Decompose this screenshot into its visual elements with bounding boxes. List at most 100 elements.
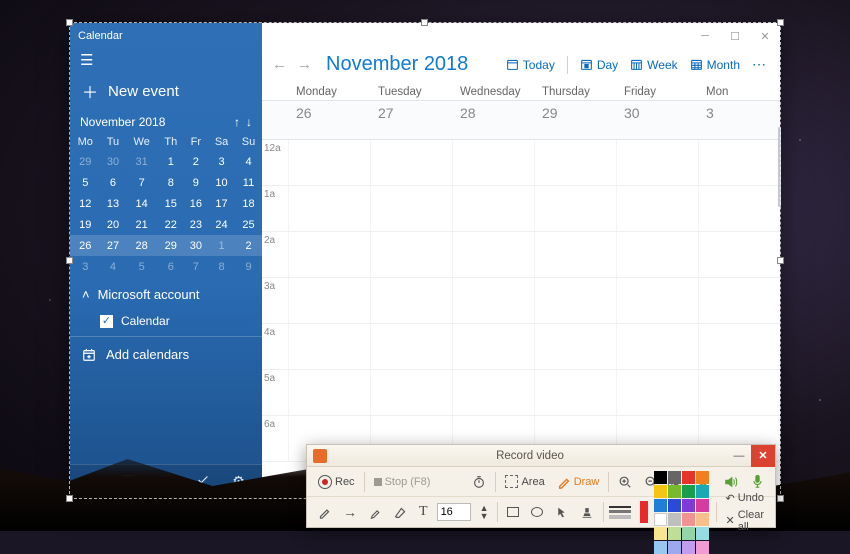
- color-swatch[interactable]: [668, 513, 681, 526]
- mini-day[interactable]: 7: [184, 256, 208, 277]
- mini-day[interactable]: 23: [184, 214, 208, 235]
- time-cell[interactable]: [698, 324, 780, 369]
- mini-day[interactable]: 28: [125, 235, 158, 256]
- calendar-icon[interactable]: [121, 473, 135, 490]
- vertical-scrollbar[interactable]: [778, 127, 781, 207]
- mini-day[interactable]: 25: [235, 214, 262, 235]
- mini-day[interactable]: 26: [70, 235, 101, 256]
- arrow-tool[interactable]: →: [340, 503, 360, 521]
- minimize-button[interactable]: ─: [690, 23, 720, 49]
- cursor-tool[interactable]: [552, 505, 571, 520]
- mini-day[interactable]: 31: [125, 151, 158, 172]
- mini-day[interactable]: 11: [235, 172, 262, 193]
- mini-day[interactable]: 30: [184, 235, 208, 256]
- time-cell[interactable]: [288, 140, 370, 185]
- mini-day[interactable]: 1: [158, 151, 184, 172]
- time-cell[interactable]: [288, 186, 370, 231]
- color-swatch[interactable]: [668, 527, 681, 540]
- color-swatch[interactable]: [668, 485, 681, 498]
- time-cell[interactable]: [370, 232, 452, 277]
- color-swatch[interactable]: [682, 527, 695, 540]
- color-swatch[interactable]: [696, 485, 709, 498]
- clear-all-button[interactable]: ✕Clear all: [723, 508, 768, 534]
- rect-tool[interactable]: [504, 506, 522, 518]
- color-swatch[interactable]: [682, 471, 695, 484]
- time-cell[interactable]: [370, 278, 452, 323]
- time-cell[interactable]: [698, 370, 780, 415]
- allday-cell[interactable]: 26: [288, 101, 370, 139]
- people-icon[interactable]: [158, 473, 174, 490]
- color-swatch[interactable]: [682, 541, 695, 554]
- allday-cell[interactable]: 28: [452, 101, 534, 139]
- time-cell[interactable]: [370, 370, 452, 415]
- text-tool[interactable]: T: [416, 503, 431, 521]
- color-swatch[interactable]: [682, 485, 695, 498]
- time-cell[interactable]: [370, 186, 452, 231]
- timer-button[interactable]: [469, 474, 489, 490]
- mini-day[interactable]: 8: [208, 256, 235, 277]
- color-swatch[interactable]: [668, 541, 681, 554]
- mini-day[interactable]: 18: [235, 193, 262, 214]
- color-swatch[interactable]: [654, 499, 667, 512]
- time-cell[interactable]: [452, 140, 534, 185]
- color-swatch[interactable]: [668, 471, 681, 484]
- mini-day[interactable]: 12: [70, 193, 101, 214]
- system-audio-button[interactable]: [720, 474, 742, 490]
- mini-day[interactable]: 2: [235, 235, 262, 256]
- mini-day[interactable]: 22: [158, 214, 184, 235]
- allday-cell[interactable]: 3: [698, 101, 780, 139]
- mini-day[interactable]: 8: [158, 172, 184, 193]
- mini-day[interactable]: 29: [70, 151, 101, 172]
- pencil-tool[interactable]: [315, 505, 334, 520]
- mini-day[interactable]: 1: [208, 235, 235, 256]
- time-cell[interactable]: [534, 232, 616, 277]
- mini-day[interactable]: 13: [101, 193, 126, 214]
- time-cell[interactable]: [698, 186, 780, 231]
- time-cell[interactable]: [616, 186, 698, 231]
- add-calendars-button[interactable]: Add calendars: [70, 336, 262, 372]
- nav-back-button[interactable]: ←: [272, 56, 287, 73]
- mini-day[interactable]: 29: [158, 235, 184, 256]
- time-cell[interactable]: [534, 370, 616, 415]
- highlighter-tool[interactable]: [366, 505, 385, 520]
- mini-day[interactable]: 9: [235, 256, 262, 277]
- mini-day[interactable]: 21: [125, 214, 158, 235]
- mini-day[interactable]: 19: [70, 214, 101, 235]
- eraser-tool[interactable]: [391, 505, 410, 520]
- time-cell[interactable]: [288, 232, 370, 277]
- color-swatch[interactable]: [654, 471, 667, 484]
- nav-forward-button[interactable]: →: [297, 56, 312, 73]
- color-swatch[interactable]: [668, 499, 681, 512]
- mini-day[interactable]: 10: [208, 172, 235, 193]
- allday-cell[interactable]: 29: [534, 101, 616, 139]
- record-button[interactable]: Rec: [315, 474, 358, 490]
- mini-day[interactable]: 14: [125, 193, 158, 214]
- todo-icon[interactable]: [196, 473, 210, 490]
- recorder-close[interactable]: ✕: [751, 445, 775, 467]
- mini-day[interactable]: 4: [235, 151, 262, 172]
- mini-day[interactable]: 6: [158, 256, 184, 277]
- mini-day[interactable]: 7: [125, 172, 158, 193]
- mini-day[interactable]: 16: [184, 193, 208, 214]
- mini-day[interactable]: 3: [70, 256, 101, 277]
- mini-day[interactable]: 3: [208, 151, 235, 172]
- more-button[interactable]: ⋯: [748, 56, 770, 73]
- mini-day[interactable]: 30: [101, 151, 126, 172]
- time-cell[interactable]: [288, 370, 370, 415]
- time-cell[interactable]: [370, 324, 452, 369]
- draw-button[interactable]: Draw: [554, 474, 603, 490]
- account-toggle[interactable]: ˄ Microsoft account: [70, 277, 262, 312]
- color-swatch[interactable]: [696, 513, 709, 526]
- time-cell[interactable]: [616, 324, 698, 369]
- mini-day[interactable]: 4: [101, 256, 126, 277]
- mini-day[interactable]: 6: [101, 172, 126, 193]
- font-size-input[interactable]: [437, 503, 471, 521]
- mini-day[interactable]: 2: [184, 151, 208, 172]
- time-cell[interactable]: [616, 278, 698, 323]
- undo-button[interactable]: ↶Undo: [723, 491, 768, 506]
- mini-day[interactable]: 17: [208, 193, 235, 214]
- color-palette[interactable]: [654, 471, 711, 554]
- time-cell[interactable]: [452, 278, 534, 323]
- time-cell[interactable]: [452, 186, 534, 231]
- time-cell[interactable]: [288, 278, 370, 323]
